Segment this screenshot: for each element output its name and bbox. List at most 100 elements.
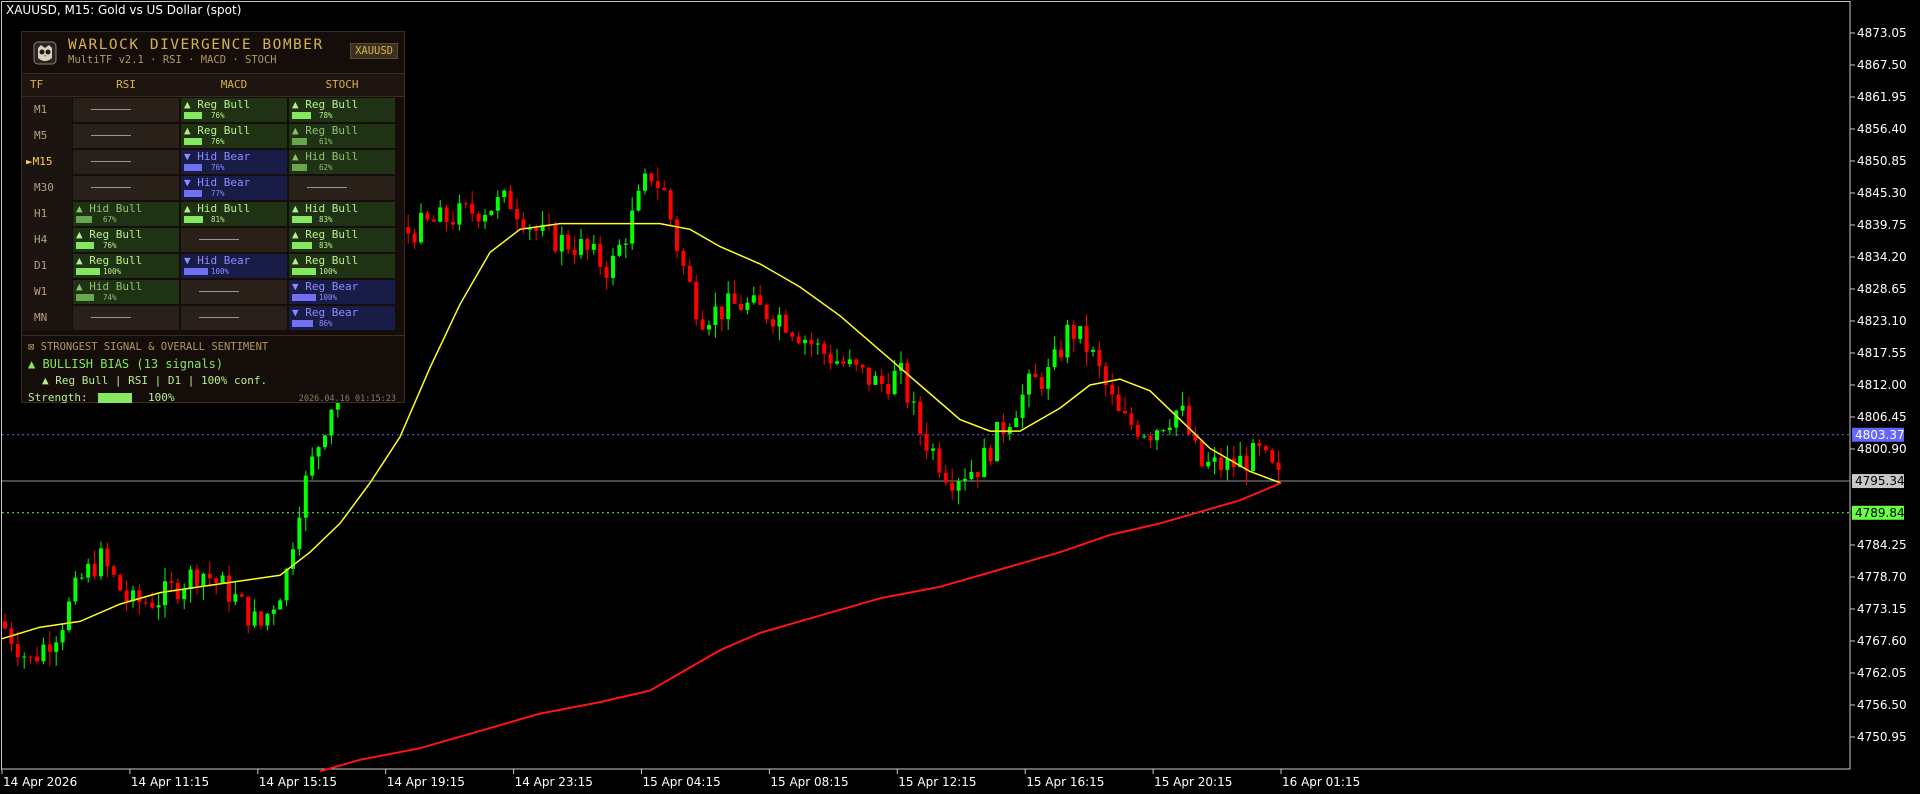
cell-rsi[interactable]: ▲ Hid Bull 67% xyxy=(73,202,179,226)
cell-macd[interactable]: ▼ Hid Bear 76% xyxy=(181,150,287,174)
cell-stoch[interactable]: ▼ Reg Bear 100% xyxy=(289,280,395,304)
cell-stoch[interactable]: ▲ Reg Bull 78% xyxy=(289,98,395,122)
candle-body xyxy=(483,214,487,222)
signal-label: ▲ Hid Bull xyxy=(292,150,359,163)
confidence-bar xyxy=(76,294,94,301)
tf-row-h1[interactable]: H1 ▲ Hid Bull 67% ▲ Hid Bull 81% ▲ Hid Bull 83… xyxy=(22,201,404,227)
candle-body xyxy=(1020,394,1025,418)
cell-macd[interactable]: ▲ Hid Bull 81% xyxy=(181,202,287,226)
tf-row-h4[interactable]: H4 ▲ Reg Bull 76% ▲ Reg Bull 83% xyxy=(22,227,404,253)
confidence-pct: 83% xyxy=(319,215,333,224)
candle-body xyxy=(303,475,308,518)
candle-body xyxy=(931,448,935,451)
cell-rsi[interactable] xyxy=(73,98,179,122)
tf-label: H1 xyxy=(22,201,72,227)
tf-row-m30[interactable]: M30 ▼ Hid Bear 77% xyxy=(22,175,404,201)
price-axis-label: 4750.95 xyxy=(1857,730,1907,744)
cell-stoch[interactable]: ▲ Reg Bull 100% xyxy=(289,254,395,278)
signal-label: ▼ Hid Bear xyxy=(184,176,251,189)
cell-stoch[interactable]: ▲ Hid Bull 62% xyxy=(289,150,395,174)
cell-rsi[interactable] xyxy=(73,306,179,330)
cell-rsi[interactable]: ▲ Reg Bull 100% xyxy=(73,254,179,278)
candle-body xyxy=(841,361,846,365)
strength-bar xyxy=(98,393,132,403)
cell-macd[interactable] xyxy=(181,280,287,304)
cell-macd[interactable]: ▼ Hid Bear 77% xyxy=(181,176,287,200)
candle-body xyxy=(220,575,225,583)
tf-row-m15[interactable]: ►M15 ▼ Hid Bear 76% ▲ Hid Bull 62% xyxy=(22,149,404,175)
tf-row-mn[interactable]: MN ▼ Reg Bear 86% xyxy=(22,305,404,331)
cell-stoch[interactable]: ▲ Reg Bull 83% xyxy=(289,228,395,252)
signal-label: ▲ Hid Bull xyxy=(76,202,143,215)
candle-body xyxy=(118,574,123,591)
cell-rsi[interactable] xyxy=(73,176,179,200)
candle-body xyxy=(1142,436,1147,438)
confidence-bar xyxy=(292,164,307,171)
candle-body xyxy=(246,596,251,626)
cell-stoch[interactable] xyxy=(289,176,395,200)
cell-rsi[interactable]: ▲ Hid Bull 74% xyxy=(73,280,179,304)
price-axis-label: 4828.65 xyxy=(1857,282,1907,296)
candle-body xyxy=(92,563,97,577)
candle-body xyxy=(751,295,756,303)
signal-label: ▲ Reg Bull xyxy=(184,98,251,111)
candle-body xyxy=(681,250,686,266)
confidence-pct: 78% xyxy=(319,111,333,120)
header-rsi: RSI xyxy=(116,78,136,91)
green-level-price-box: 4789.84 xyxy=(1855,506,1905,520)
confidence-pct: 86% xyxy=(319,319,333,328)
candle-body xyxy=(451,221,455,225)
confidence-pct: 74% xyxy=(103,293,117,302)
candle-body xyxy=(1046,367,1051,389)
candle-body xyxy=(687,265,692,282)
candle-body xyxy=(1251,442,1255,471)
candle-body xyxy=(835,361,839,364)
price-axis-label: 4756.50 xyxy=(1857,698,1907,712)
header-stoch: STOCH xyxy=(325,78,359,91)
candle-body xyxy=(47,644,52,652)
signal-label: ▲ Reg Bull xyxy=(184,124,251,137)
candle-body xyxy=(732,293,737,304)
candle-body xyxy=(425,212,430,220)
cell-stoch[interactable]: ▲ Hid Bull 83% xyxy=(289,202,395,226)
candle-body xyxy=(1091,349,1095,352)
candle-body xyxy=(707,325,711,330)
confidence-bar xyxy=(184,112,202,119)
no-signal-dash xyxy=(199,291,239,292)
candle-body xyxy=(579,239,583,255)
cell-macd[interactable]: ▼ Hid Bear 100% xyxy=(181,254,287,278)
cell-stoch[interactable]: ▼ Reg Bear 86% xyxy=(289,306,395,330)
signal-label: ▲ Reg Bull xyxy=(76,254,143,267)
candle-body xyxy=(278,600,283,610)
candle-body xyxy=(886,384,891,395)
panel-subtitle: MultiTF v2.1 · RSI · MACD · STOCH xyxy=(68,54,277,66)
candle-body xyxy=(1270,450,1275,463)
tf-row-d1[interactable]: D1 ▲ Reg Bull 100% ▼ Hid Bear 100% ▲ Reg Bull… xyxy=(22,253,404,279)
candle-body xyxy=(1219,457,1223,470)
tf-row-m1[interactable]: M1 ▲ Reg Bull 76% ▲ Reg Bull 78% xyxy=(22,97,404,123)
strength-label: Strength: xyxy=(28,391,88,404)
candle-body xyxy=(675,219,679,251)
price-axis-label: 4812.00 xyxy=(1857,378,1907,392)
confidence-bar xyxy=(292,216,312,223)
cell-macd[interactable]: ▲ Reg Bull 76% xyxy=(181,98,287,122)
confidence-pct: 100% xyxy=(211,267,230,276)
cell-stoch[interactable]: ▲ Reg Bull 61% xyxy=(289,124,395,148)
cell-macd[interactable] xyxy=(181,306,287,330)
confidence-bar xyxy=(184,138,202,145)
candle-body xyxy=(1116,394,1121,411)
candle-body xyxy=(758,295,763,305)
cell-rsi[interactable]: ▲ Reg Bull 76% xyxy=(73,228,179,252)
cell-rsi[interactable] xyxy=(73,124,179,148)
price-axis-label: 4762.05 xyxy=(1857,666,1907,680)
cell-rsi[interactable] xyxy=(73,150,179,174)
tf-row-m5[interactable]: M5 ▲ Reg Bull 76% ▲ Reg Bull 61% xyxy=(22,123,404,149)
divergence-panel[interactable]: WARLOCK DIVERGENCE BOMBER MultiTF v2.1 ·… xyxy=(21,31,405,404)
candle-body xyxy=(1129,413,1134,425)
tf-row-w1[interactable]: W1 ▲ Hid Bull 74% ▼ Reg Bear 100% xyxy=(22,279,404,305)
cell-macd[interactable] xyxy=(181,228,287,252)
candle-body xyxy=(156,605,161,608)
candle-body xyxy=(470,203,475,214)
cell-macd[interactable]: ▲ Reg Bull 76% xyxy=(181,124,287,148)
candle-body xyxy=(771,319,775,327)
